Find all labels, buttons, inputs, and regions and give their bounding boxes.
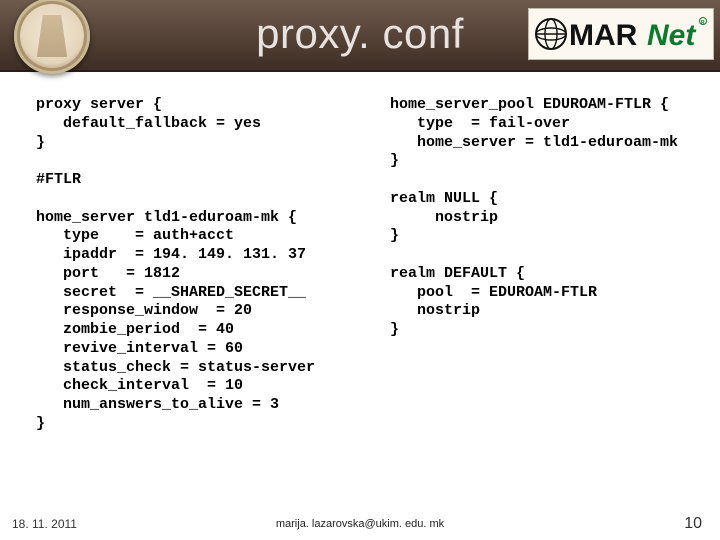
marnet-logo-icon: MAR Net R — [533, 13, 709, 55]
code-column-right: home_server_pool EDUROAM-FTLR { type = f… — [386, 96, 700, 434]
marnet-logo: MAR Net R — [528, 8, 714, 60]
svg-text:R: R — [701, 20, 705, 26]
slide-header: proxy. conf MAR Net R — [0, 0, 720, 72]
svg-text:MAR: MAR — [569, 19, 638, 52]
footer-date: 18. 11. 2011 — [12, 517, 77, 531]
code-column-left: proxy server { default_fallback = yes } … — [36, 96, 386, 434]
slide: proxy. conf MAR Net R proxy server { def… — [0, 0, 720, 540]
footer-page-number: 10 — [684, 515, 702, 533]
svg-text:Net: Net — [647, 19, 697, 52]
footer-email: marija. lazarovska@ukim. edu. mk — [0, 518, 720, 530]
slide-footer: 18. 11. 2011 marija. lazarovska@ukim. ed… — [0, 518, 720, 530]
slide-body: proxy server { default_fallback = yes } … — [36, 96, 700, 434]
